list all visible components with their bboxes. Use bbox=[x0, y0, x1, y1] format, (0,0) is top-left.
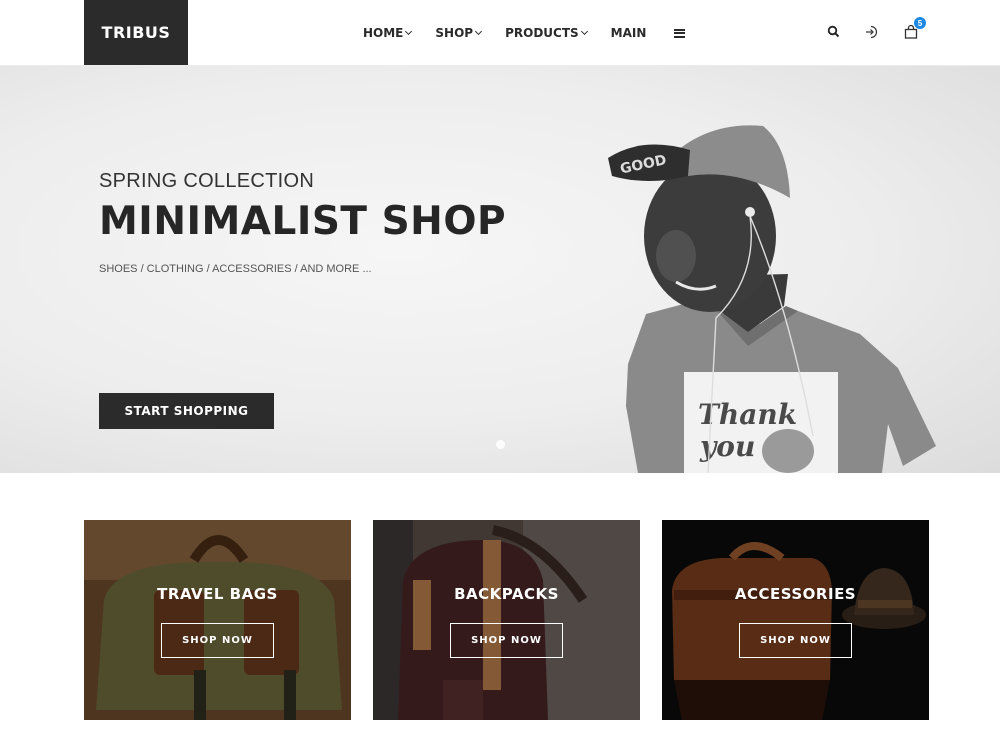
hero-category-tags: SHOES / CLOTHING / ACCESSORIES / AND MOR… bbox=[99, 263, 372, 275]
category-title: BACKPACKS bbox=[454, 585, 559, 603]
category-title: ACCESSORIES bbox=[734, 585, 857, 603]
nav-item-label: MAIN bbox=[610, 26, 647, 40]
nav-item-main[interactable]: MAIN bbox=[611, 26, 647, 40]
chevron-down-icon bbox=[475, 27, 483, 36]
search-icon[interactable] bbox=[826, 24, 842, 40]
nav-item-home[interactable]: HOME bbox=[363, 26, 413, 40]
category-card-backpacks[interactable]: BACKPACKS SHOP NOW bbox=[373, 520, 640, 720]
tshirt-print-line-2: you bbox=[699, 430, 755, 463]
shop-now-button[interactable]: SHOP NOW bbox=[161, 623, 274, 658]
sign-in-icon[interactable] bbox=[864, 24, 880, 40]
hero-model-image: Thank you GOOD bbox=[608, 125, 936, 473]
shop-now-button[interactable]: SHOP NOW bbox=[450, 623, 563, 658]
tshirt-print-line-1: Thank bbox=[698, 398, 797, 431]
nav-item-products[interactable]: PRODUCTS bbox=[505, 26, 588, 40]
hero-title: MINIMALIST SHOP bbox=[99, 199, 507, 244]
main-nav: HOME SHOP PRODUCTS MAIN bbox=[363, 24, 686, 42]
chevron-down-icon bbox=[405, 27, 413, 36]
cart-count-badge: 5 bbox=[914, 17, 926, 29]
chevron-down-icon bbox=[580, 27, 588, 36]
menu-icon[interactable] bbox=[674, 28, 686, 38]
nav-item-label: HOME bbox=[363, 26, 404, 40]
nav-item-label: PRODUCTS bbox=[505, 26, 579, 40]
category-card-accessories[interactable]: ACCESSORIES SHOP NOW bbox=[662, 520, 929, 720]
shop-now-button[interactable]: SHOP NOW bbox=[739, 623, 852, 658]
hero-subtitle: SPRING COLLECTION bbox=[99, 170, 315, 192]
hero-banner: Thank you GOOD SPRING COLLECTION MINIMAL… bbox=[0, 66, 1000, 473]
nav-item-shop[interactable]: SHOP bbox=[435, 26, 483, 40]
nav-item-label: SHOP bbox=[435, 26, 474, 40]
category-title: TRAVEL BAGS bbox=[157, 585, 278, 603]
logo[interactable]: TRIBUS bbox=[84, 0, 188, 65]
start-shopping-button[interactable]: START SHOPPING bbox=[99, 393, 274, 429]
site-header: TRIBUS HOME SHOP PRODUCTS MAIN 5 bbox=[0, 0, 1000, 66]
category-card-travel-bags[interactable]: TRAVEL BAGS SHOP NOW bbox=[84, 520, 351, 720]
slider-dot[interactable] bbox=[496, 440, 505, 449]
